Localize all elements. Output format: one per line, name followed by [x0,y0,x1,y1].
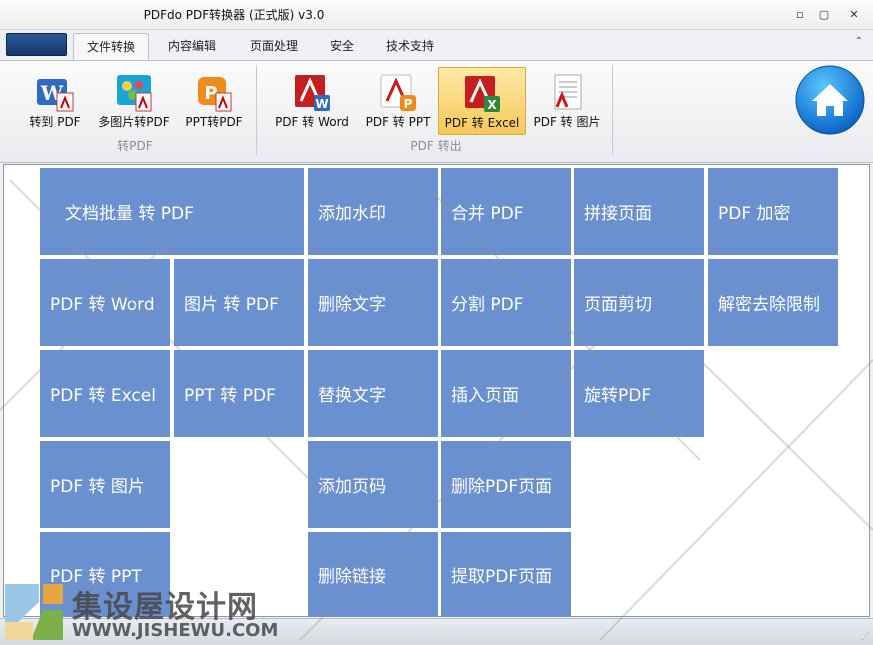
ribbon-collapse-icon[interactable]: ⌃ [855,36,863,47]
tile-crop-page[interactable]: 页面剪切 [574,259,704,346]
ppt-to-pdf-button[interactable]: P PPT转PDF [180,67,248,135]
tile-rotate-pdf[interactable]: 旋转PDF [574,350,704,437]
tile-decrypt[interactable]: 解密去除限制 [708,259,838,346]
to-pdf-label: 转到 PDF [29,115,81,129]
window-title: PDFdo PDF转换器 (正式版) v3.0 [143,8,325,22]
tab-tech-support[interactable]: 技术支持 [374,33,446,60]
tile-insert-page[interactable]: 插入页面 [441,350,571,437]
pdf-to-ppt-button[interactable]: P PDF 转 PPT [362,67,434,135]
minimize-button[interactable]: ▫ [790,7,810,23]
pdf-to-word-icon: W [295,75,330,111]
images-to-pdf-icon [117,75,152,112]
tile-pdf-to-ppt[interactable]: PDF 转 PPT [40,532,170,617]
images-to-pdf-label: 多图片转PDF [98,115,170,129]
group-label-pdf-out: PDF 转出 [410,139,462,153]
tile-split-pdf[interactable]: 分割 PDF [441,259,571,346]
ribbon: W 转到 PDF 多图片转PDF P PPT转PDF 转PDF W PDF 转 … [0,60,873,163]
ppt-to-pdf-icon: P [198,77,232,112]
restore-button[interactable]: ▢ [814,7,834,23]
to-pdf-button[interactable]: W 转到 PDF [22,67,88,135]
svg-text:X: X [487,98,497,112]
tile-ppt-to-pdf[interactable]: PPT 转 PDF [174,350,304,437]
close-button[interactable]: ✕ [844,7,864,23]
tile-delete-pdf-page[interactable]: 删除PDF页面 [441,441,571,528]
pdf-to-excel-label: PDF 转 Excel [444,116,520,130]
pdf-to-image-label: PDF 转 图片 [533,115,601,129]
application-menu-button[interactable] [6,33,67,56]
pdf-to-ppt-icon: P [380,74,416,111]
tile-join-pages[interactable]: 拼接页面 [574,168,704,255]
ribbon-tab-row: 文件转换 内容编辑 页面处理 安全 技术支持 ⌃ [0,30,873,60]
pdf-to-word-button[interactable]: W PDF 转 Word [266,67,358,135]
pdf-to-image-icon [554,74,582,110]
ribbon-group-separator [612,65,613,155]
tile-add-page-number[interactable]: 添加页码 [308,441,438,528]
tile-batch-to-pdf[interactable]: 文档批量 转 PDF [40,168,304,255]
tab-file-convert[interactable]: 文件转换 [73,33,149,60]
pdf-to-word-label: PDF 转 Word [275,115,349,129]
tab-page-process[interactable]: 页面处理 [238,33,310,60]
svg-text:W: W [315,97,328,111]
tile-extract-pdf-page[interactable]: 提取PDF页面 [441,532,571,617]
tile-replace-text[interactable]: 替换文字 [308,350,438,437]
pdf-to-excel-icon: X [465,76,500,112]
tab-content-edit[interactable]: 内容编辑 [156,33,228,60]
resize-grip-icon[interactable]: ⋰ [861,632,870,642]
home-icon[interactable] [794,64,866,136]
images-to-pdf-button[interactable]: 多图片转PDF [92,67,176,135]
status-bar: ⋰ [0,618,873,645]
tile-add-watermark[interactable]: 添加水印 [308,168,438,255]
tile-pdf-encrypt[interactable]: PDF 加密 [708,168,838,255]
svg-text:P: P [404,97,413,111]
tab-security[interactable]: 安全 [320,33,364,60]
tile-delete-links[interactable]: 删除链接 [308,532,438,617]
tile-pdf-to-image[interactable]: PDF 转 图片 [40,441,170,528]
tool-panel: 文档批量 转 PDF 添加水印 合并 PDF 拼接页面 PDF 加密 PDF 转… [3,164,870,617]
tile-image-to-pdf[interactable]: 图片 转 PDF [174,259,304,346]
ribbon-group-separator [256,65,257,155]
tile-merge-pdf[interactable]: 合并 PDF [441,168,571,255]
pdf-to-excel-button[interactable]: X PDF 转 Excel [438,67,526,135]
group-label-to-pdf: 转PDF [117,139,153,153]
tile-delete-text[interactable]: 删除文字 [308,259,438,346]
tile-pdf-to-excel[interactable]: PDF 转 Excel [40,350,170,437]
pdf-to-image-button[interactable]: PDF 转 图片 [528,67,606,135]
ppt-to-pdf-label: PPT转PDF [185,115,243,129]
title-bar: PDFdo PDF转换器 (正式版) v3.0 ▫ ▢ ✕ [0,0,873,30]
pdf-to-ppt-label: PDF 转 PPT [365,115,431,129]
word-to-pdf-icon: W [37,79,74,112]
tile-pdf-to-word[interactable]: PDF 转 Word [40,259,170,346]
